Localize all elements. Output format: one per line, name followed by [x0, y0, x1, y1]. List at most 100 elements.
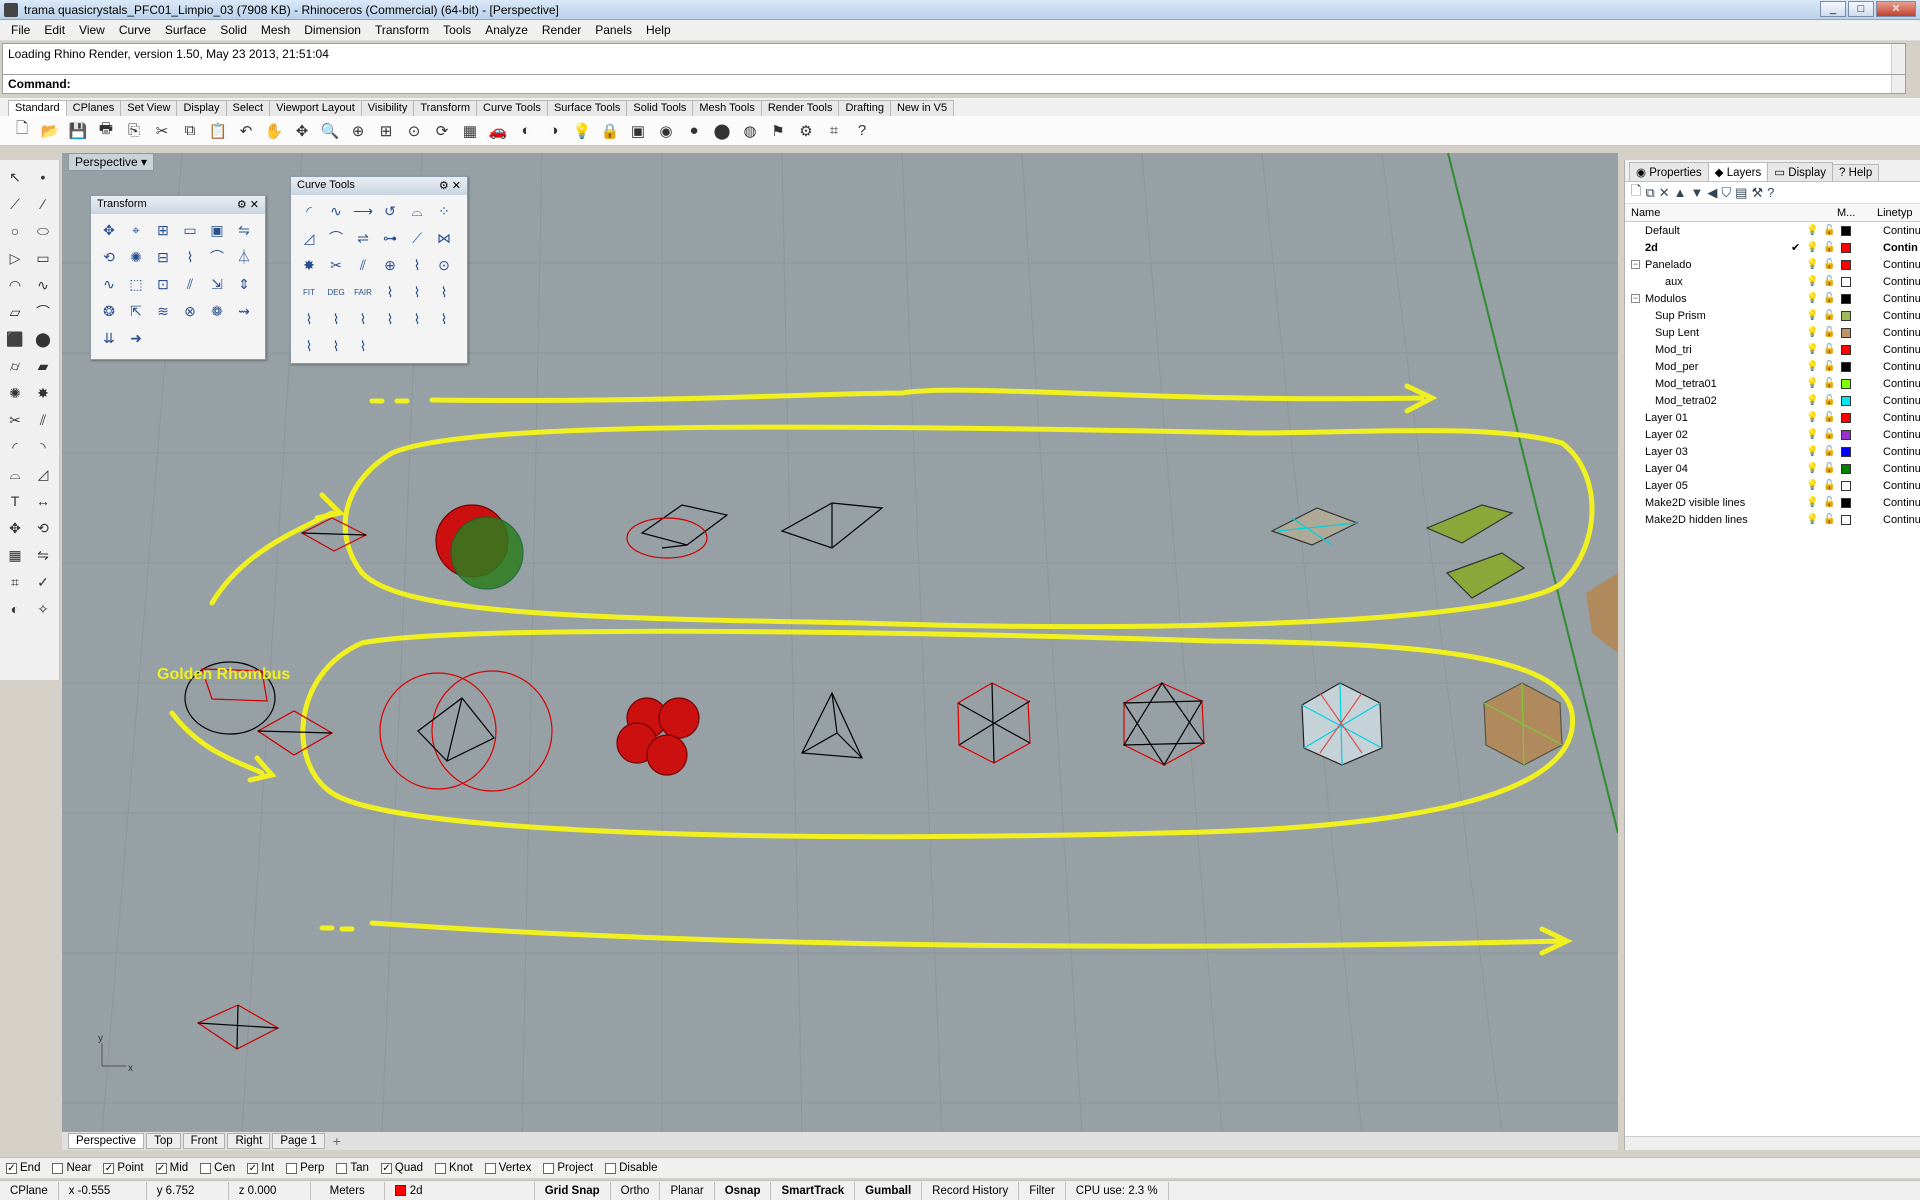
chamfer-icon[interactable]: ◿: [30, 461, 56, 487]
rectangle-icon[interactable]: ▭: [30, 245, 56, 271]
menu-tools[interactable]: Tools: [436, 23, 478, 37]
layer-linetype[interactable]: Continu: [1883, 446, 1920, 458]
toggle-grid-snap[interactable]: Grid Snap: [535, 1181, 611, 1200]
split-icon[interactable]: ⫽: [30, 407, 56, 433]
layer-name[interactable]: Make2D visible lines: [1645, 497, 1745, 509]
layer-name[interactable]: 2d: [1645, 242, 1658, 254]
surface-icon[interactable]: ▱: [2, 299, 28, 325]
history-scrollbar[interactable]: [1891, 44, 1905, 76]
import-icon[interactable]: ⎘: [122, 119, 146, 143]
layer-unlock-icon[interactable]: 🔓: [1823, 361, 1835, 372]
checkbox[interactable]: [435, 1162, 447, 1174]
minimize-button[interactable]: _: [1820, 1, 1846, 17]
delete-layer-icon[interactable]: ✕: [1659, 185, 1670, 201]
layer-linetype[interactable]: Continu: [1883, 514, 1920, 526]
mirror-icon[interactable]: ⇋: [30, 542, 56, 568]
osnap-disable[interactable]: Disable: [605, 1162, 657, 1174]
scale-icon[interactable]: ▭: [178, 218, 202, 242]
polyline-through-icon[interactable]: ⟋: [405, 226, 429, 250]
layer-linetype[interactable]: Continu: [1883, 327, 1920, 339]
menu-dimension[interactable]: Dimension: [297, 23, 368, 37]
trim-curve-icon[interactable]: ✂: [324, 253, 348, 277]
checkbox[interactable]: ✓: [155, 1162, 167, 1174]
layer-visible-bulb-icon[interactable]: 💡: [1806, 327, 1818, 338]
loft-icon[interactable]: ⌒: [30, 299, 56, 325]
rhino-app-icon[interactable]: [4, 2, 18, 17]
menu-panels[interactable]: Panels: [588, 23, 639, 37]
layer-row[interactable]: Layer 01 💡 🔓 Continu: [1625, 409, 1920, 426]
new-layer-icon[interactable]: 🗋: [1631, 182, 1641, 204]
layer-linetype[interactable]: Continu: [1883, 361, 1920, 373]
extrude-icon[interactable]: ▰: [30, 353, 56, 379]
connect-icon[interactable]: ⌒: [324, 226, 348, 250]
car-icon[interactable]: 🚗: [486, 119, 510, 143]
show-icon[interactable]: ◑: [542, 119, 566, 143]
toggle-filter[interactable]: Filter: [1019, 1181, 1066, 1200]
circle-icon[interactable]: ○: [2, 218, 28, 244]
align-icon[interactable]: ⊟: [151, 245, 175, 269]
rotate-tool-icon[interactable]: ⟲: [30, 515, 56, 541]
layer-color-swatch[interactable]: [1841, 514, 1851, 525]
match-icon[interactable]: ⇌: [351, 226, 375, 250]
toggle-ortho[interactable]: Ortho: [611, 1181, 661, 1200]
column-name[interactable]: Name: [1625, 207, 1833, 219]
points-icon[interactable]: ⌇: [297, 307, 321, 331]
curve-tool-fair[interactable]: FAIR: [351, 280, 375, 304]
layer-linetype[interactable]: Continu: [1883, 276, 1920, 288]
checkbox[interactable]: [286, 1162, 298, 1174]
toolbar-tab-render-tools[interactable]: Render Tools: [760, 100, 840, 116]
taper-icon[interactable]: ⏃: [232, 245, 256, 269]
explode-curve-icon[interactable]: ✸: [297, 253, 321, 277]
layer-unlock-icon[interactable]: 🔓: [1823, 497, 1835, 508]
help-icon[interactable]: ?: [850, 119, 874, 143]
checkbox[interactable]: ✓: [380, 1162, 392, 1174]
layer-visible-bulb-icon[interactable]: 💡: [1806, 514, 1818, 525]
menu-solid[interactable]: Solid: [213, 23, 254, 37]
maelstrom-icon[interactable]: ❁: [205, 299, 229, 323]
command-scrollbar[interactable]: [1891, 75, 1905, 93]
cage-icon[interactable]: ⬚: [124, 272, 148, 296]
move-icon[interactable]: ✥: [290, 119, 314, 143]
layer-visible-bulb-icon[interactable]: 💡: [1806, 412, 1818, 423]
osnap-vertex[interactable]: Vertex: [484, 1162, 531, 1174]
panel-gear-close-icons[interactable]: ⚙ ✕: [439, 179, 461, 193]
arc-icon[interactable]: ◠: [2, 272, 28, 298]
mirror-icon[interactable]: ⇋: [232, 218, 256, 242]
curve-boolean-icon[interactable]: ⊕: [378, 253, 402, 277]
layer-row[interactable]: 2d ✔ 💡 🔓 Contin: [1625, 239, 1920, 256]
osnap-end[interactable]: ✓ End: [6, 1162, 40, 1174]
menu-surface[interactable]: Surface: [158, 23, 213, 37]
save-icon[interactable]: 💾: [66, 119, 90, 143]
layer-name[interactable]: aux: [1665, 276, 1683, 288]
layer-color-swatch[interactable]: [1841, 293, 1851, 304]
toolbar-tab-transform[interactable]: Transform: [413, 100, 478, 116]
layer-name[interactable]: Layer 03: [1645, 446, 1688, 458]
layer-name[interactable]: Sup Lent: [1655, 327, 1699, 339]
point-icon[interactable]: •: [30, 164, 56, 190]
layer-color-swatch[interactable]: [1841, 225, 1851, 236]
scale-nonuniform-icon[interactable]: ⇱: [124, 299, 148, 323]
render-tool-icon[interactable]: ◐: [2, 596, 28, 622]
curve-tool-fit[interactable]: FIT: [297, 280, 321, 304]
layer-linetype[interactable]: Continu: [1883, 412, 1920, 424]
osnap-tan[interactable]: Tan: [336, 1162, 369, 1174]
checkbox[interactable]: ✓: [247, 1162, 259, 1174]
move-tool-icon[interactable]: ✥: [2, 515, 28, 541]
current-layer-check-icon[interactable]: ✔: [1791, 241, 1800, 254]
panel-gear-close-icons[interactable]: ⚙ ✕: [237, 198, 259, 212]
layer-unlock-icon[interactable]: 🔓: [1823, 225, 1835, 236]
boolean-icon[interactable]: ✺: [2, 380, 28, 406]
layer-visible-bulb-icon[interactable]: 💡: [1806, 276, 1818, 287]
material-icon[interactable]: ●: [682, 119, 706, 143]
gumball-icon[interactable]: ✺: [124, 245, 148, 269]
polar-array-icon[interactable]: ❂: [97, 299, 121, 323]
layer-color-swatch[interactable]: [1841, 412, 1851, 423]
curve-on-surface-icon[interactable]: ⊙: [432, 253, 456, 277]
layer-color-swatch[interactable]: [1841, 242, 1851, 253]
layer-linetype[interactable]: Continu: [1883, 225, 1920, 237]
toolbar-tab-visibility[interactable]: Visibility: [360, 100, 415, 116]
layer-linetype[interactable]: Continu: [1883, 344, 1920, 356]
layer-unlock-icon[interactable]: 🔓: [1823, 276, 1835, 287]
chamfer-curve-icon[interactable]: ◿: [297, 226, 321, 250]
layer-row[interactable]: Default 💡 🔓 Continu: [1625, 222, 1920, 239]
